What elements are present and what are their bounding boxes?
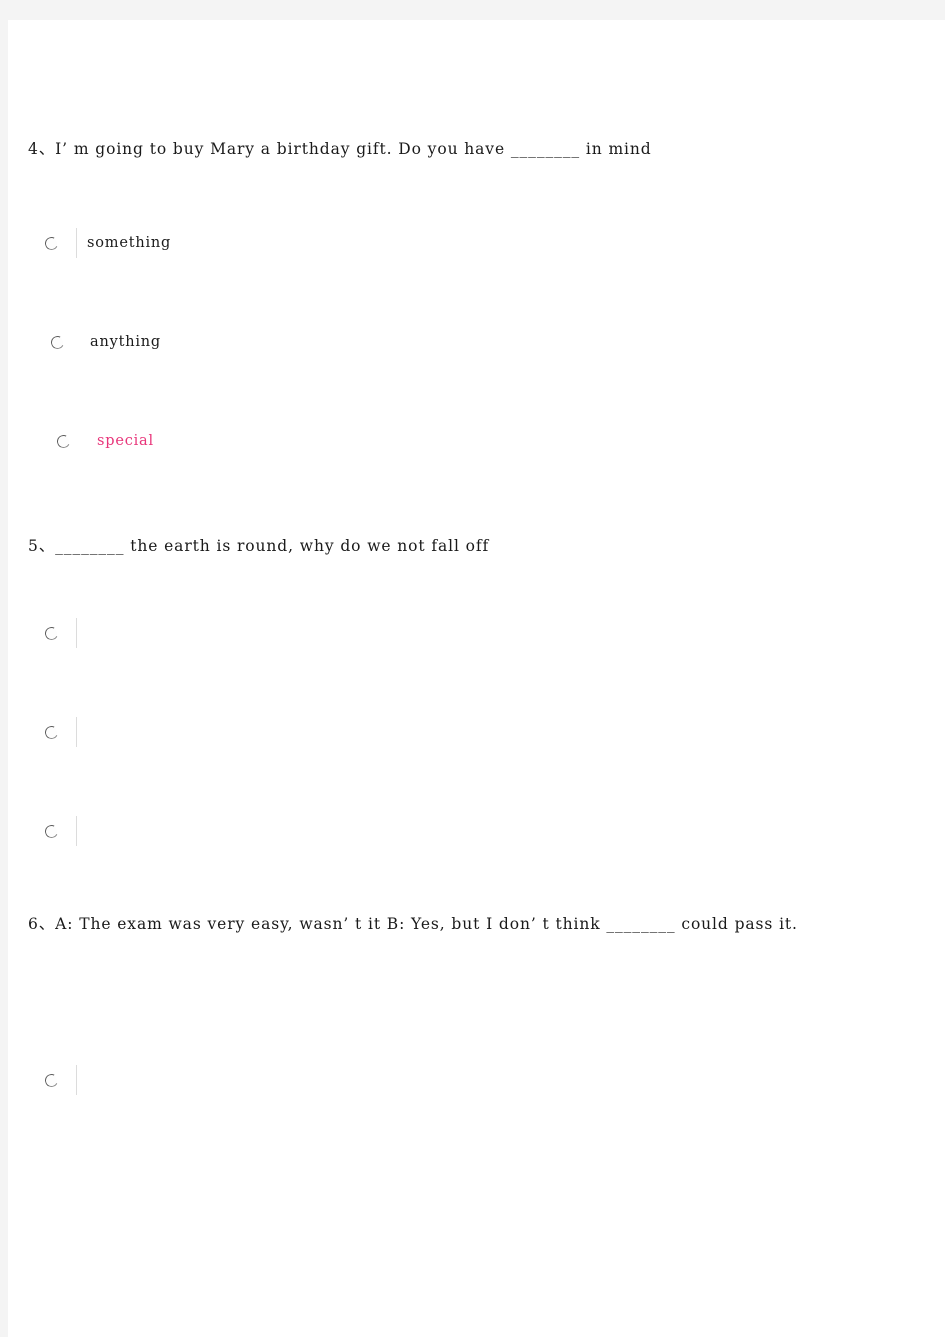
question-stem-4: 4、I’ m going to buy Mary a birthday gift… — [28, 140, 652, 158]
option-row-4-1[interactable]: something — [43, 228, 172, 258]
radio-button-6-1[interactable] — [43, 1071, 60, 1089]
radio-button-4-3[interactable] — [55, 432, 72, 450]
exam-paper-sheet: 4、I’ m going to buy Mary a birthday gift… — [8, 20, 945, 1337]
question-stem-6: 6、A: The exam was very easy, wasn’ t it … — [28, 915, 798, 933]
quiz-body: 4、I’ m going to buy Mary a birthday gift… — [8, 20, 945, 1337]
option-label-4-1: something — [87, 235, 172, 251]
option-row-5-2[interactable] — [43, 717, 87, 747]
radio-button-5-1[interactable] — [43, 624, 60, 642]
option-divider — [76, 228, 77, 258]
option-row-4-3[interactable]: special — [55, 426, 154, 456]
option-divider — [76, 1065, 77, 1095]
option-divider — [76, 816, 77, 846]
option-label-4-2: anything — [90, 334, 161, 350]
radio-button-5-2[interactable] — [43, 723, 60, 741]
question-stem-5: 5、________ the earth is round, why do we… — [28, 537, 490, 555]
option-divider — [76, 618, 77, 648]
option-row-5-1[interactable] — [43, 618, 87, 648]
radio-button-4-1[interactable] — [43, 234, 60, 252]
option-row-5-3[interactable] — [43, 816, 87, 846]
radio-button-4-2[interactable] — [49, 333, 66, 351]
option-row-6-1[interactable] — [43, 1065, 87, 1095]
radio-button-5-3[interactable] — [43, 822, 60, 840]
option-row-4-2[interactable]: anything — [49, 327, 161, 357]
option-label-4-3: special — [97, 433, 154, 449]
option-divider — [76, 717, 77, 747]
